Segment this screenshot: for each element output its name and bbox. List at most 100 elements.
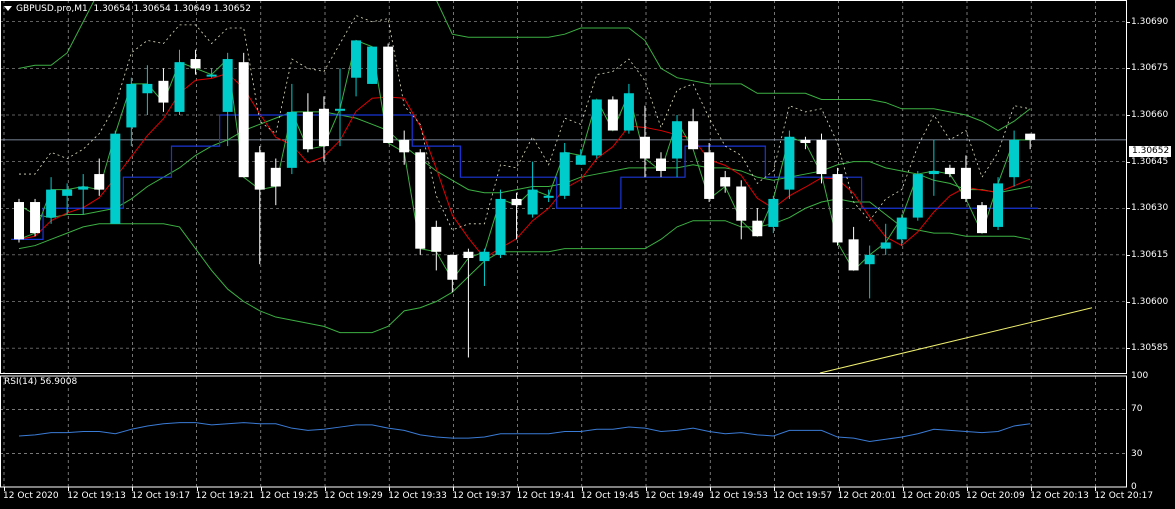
candle[interactable] [126,77,137,147]
candle[interactable] [270,158,281,206]
candle[interactable] [238,52,249,178]
candle[interactable] [190,49,201,75]
candle[interactable] [222,52,233,147]
candle[interactable] [639,105,650,178]
candle-body [607,99,618,131]
candle-body [575,155,586,165]
time-axis-tick [389,487,391,491]
time-axis-label: 12 Oct 20:13 [1030,491,1089,501]
candle[interactable] [559,142,570,199]
candle[interactable] [864,245,875,299]
candle-body [591,99,602,156]
candle-body [479,251,490,262]
price-axis-tick [1126,21,1130,23]
candle[interactable] [591,99,602,159]
candle-body [463,251,474,258]
candle-body [126,83,137,128]
candle[interactable] [912,170,923,221]
candle[interactable] [1009,130,1020,187]
time-axis-tick [260,487,262,491]
candle[interactable] [784,130,795,199]
time-axis-label: 12 Oct 19:37 [452,491,512,501]
time-axis-label: 12 Oct 20:09 [966,491,1025,501]
candle-body [254,152,265,190]
candle[interactable] [816,133,827,184]
candle[interactable] [174,49,185,116]
time-axis-label: 12 Oct 20:05 [901,491,961,501]
candle[interactable] [527,161,538,218]
candle[interactable] [736,180,747,240]
bollinger-upper-line [18,0,1031,132]
rsi-axis-label: 30 [1131,448,1143,459]
price-axis-tick [1126,254,1130,256]
candle[interactable] [848,226,859,271]
candle-body [688,121,699,150]
candle[interactable] [383,43,394,143]
candle[interactable] [832,167,843,246]
candle[interactable] [447,254,458,293]
candle[interactable] [302,93,313,153]
candle[interactable] [318,96,329,162]
candle-body [768,198,779,227]
dropdown-triangle-icon[interactable] [4,6,12,11]
price-axis-tick [1126,161,1130,163]
candle[interactable] [14,198,24,243]
candle-body [1009,139,1020,178]
candle-body [832,174,843,243]
price-axis-label: 1.30585 [1131,343,1169,354]
candle[interactable] [495,189,506,258]
candle[interactable] [351,40,362,97]
candle[interactable] [367,46,378,84]
candle[interactable] [800,136,811,150]
candlesticks[interactable] [14,40,1036,358]
candle[interactable] [752,208,763,237]
rsi-line-path [18,422,1031,442]
candle-body [335,108,345,111]
price-axis-label: 1.30660 [1131,110,1169,120]
candle[interactable] [928,139,939,196]
candle[interactable] [993,177,1004,231]
candle[interactable] [977,202,987,234]
time-axis-label: 12 Oct 19:29 [324,491,383,501]
candle[interactable] [46,177,57,224]
candle[interactable] [880,223,891,255]
candle[interactable] [158,68,169,112]
candle[interactable] [286,83,297,175]
candle[interactable] [94,158,105,196]
candle[interactable] [623,83,634,134]
candle-body [270,167,281,187]
candle[interactable] [110,130,121,224]
candle-body [784,136,795,190]
candle[interactable] [479,248,490,286]
candle[interactable] [704,142,715,203]
candle-body [864,254,875,265]
candle[interactable] [399,130,410,165]
candle[interactable] [960,155,971,203]
price-axis-tick [1126,348,1130,350]
candle[interactable] [30,198,41,237]
candle[interactable] [62,183,73,215]
candle[interactable] [463,248,474,358]
candle[interactable] [607,96,618,131]
candle[interactable] [511,192,522,240]
candle-body [286,111,297,168]
candle[interactable] [254,146,265,265]
time-axis-label: 12 Oct 19:13 [67,491,126,501]
candle[interactable] [415,149,426,255]
candle-body [993,183,1004,227]
candle[interactable] [1025,133,1036,150]
chart-canvas[interactable] [0,0,1175,509]
candle[interactable] [944,164,955,178]
candle[interactable] [896,214,907,246]
candle-body [672,121,683,159]
candle[interactable] [543,189,554,203]
candle[interactable] [431,220,442,271]
time-axis-tick [838,487,840,491]
time-axis-tick [68,487,70,491]
candle[interactable] [656,152,666,178]
candle-body [752,220,763,237]
candle[interactable] [575,149,586,165]
candle-body [206,74,217,77]
candle[interactable] [142,65,153,116]
candle[interactable] [768,195,779,234]
